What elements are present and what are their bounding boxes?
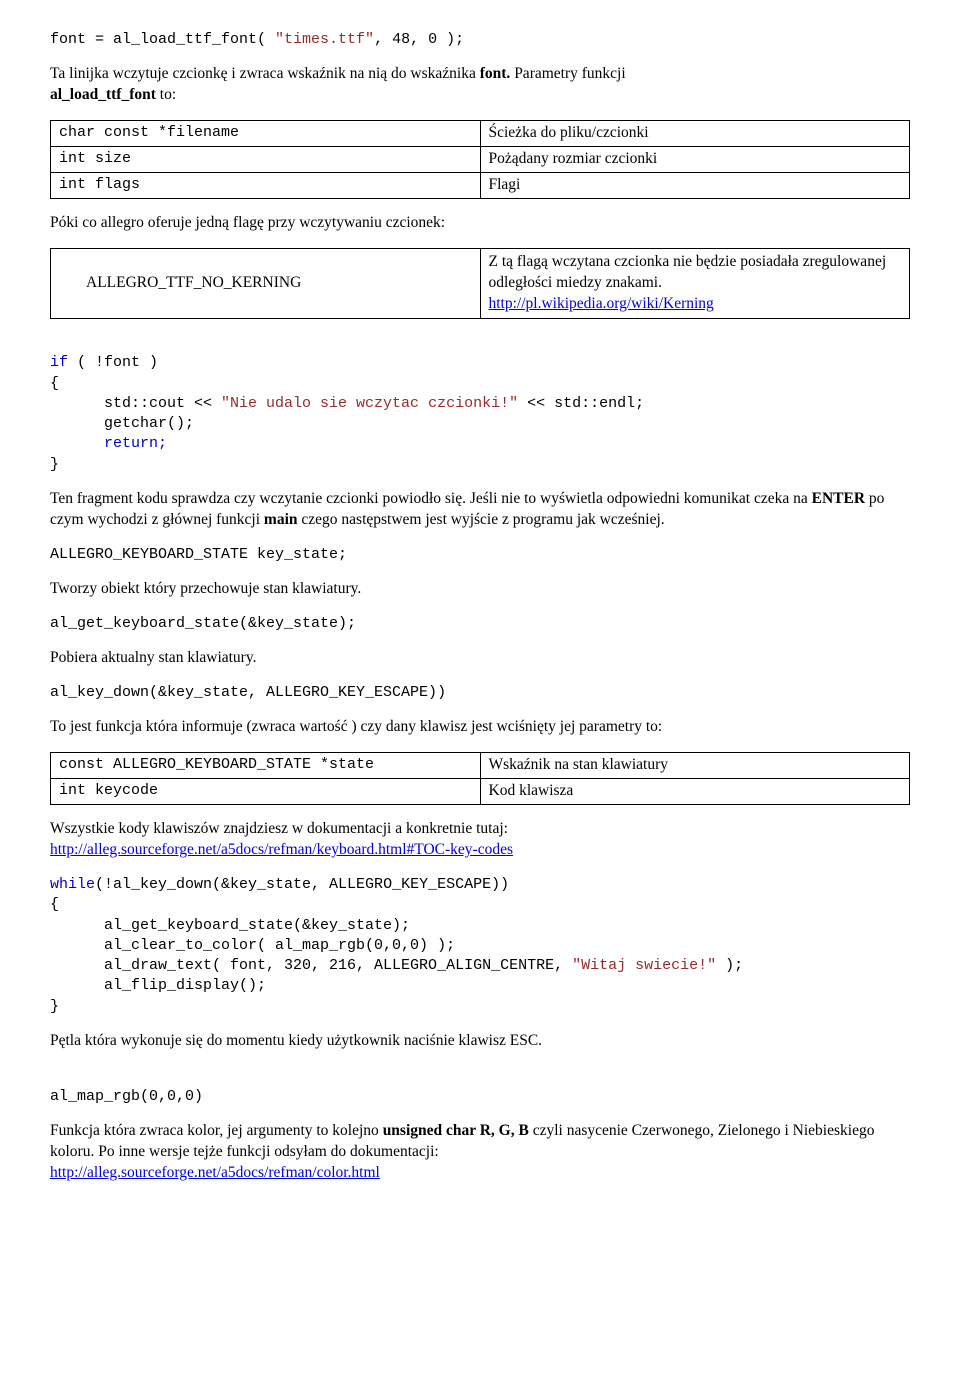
text: Ta linijka wczytuje czcionkę i zwraca ws… bbox=[50, 65, 480, 82]
param-desc: Flagi bbox=[480, 172, 910, 198]
link-keycodes[interactable]: http://alleg.sourceforge.net/a5docs/refm… bbox=[50, 841, 513, 858]
text-bold: al_load_ttf_font bbox=[50, 86, 156, 103]
text: Funkcja która zwraca kolor, jej argument… bbox=[50, 1122, 383, 1139]
text: Z tą flagą wczytana czcionka nie będzie … bbox=[489, 253, 887, 291]
link-color-docs[interactable]: http://alleg.sourceforge.net/a5docs/refm… bbox=[50, 1164, 380, 1181]
text: Ten fragment kodu sprawdza czy wczytanie… bbox=[50, 490, 812, 507]
para-keycodes: Wszystkie kody klawiszów znajdziesz w do… bbox=[50, 819, 910, 861]
code-keydown: al_key_down(&key_state, ALLEGRO_KEY_ESCA… bbox=[50, 683, 910, 703]
param-name: int flags bbox=[51, 172, 481, 198]
para-flag-intro: Póki co allegro oferuje jedną flagę przy… bbox=[50, 213, 910, 234]
table-row: int keycode Kod klawisza bbox=[51, 779, 910, 805]
text-bold: unsigned char R, G, B bbox=[383, 1122, 529, 1139]
param-name: int size bbox=[51, 147, 481, 173]
param-name: char const *filename bbox=[51, 121, 481, 147]
code-main-loop: while(!al_key_down(&key_state, ALLEGRO_K… bbox=[50, 875, 910, 1017]
text: Wszystkie kody klawiszów znajdziesz w do… bbox=[50, 820, 508, 837]
text: to: bbox=[156, 86, 176, 103]
table-kerning-flag: ALLEGRO_TTF_NO_KERNING Z tą flagą wczyta… bbox=[50, 248, 910, 319]
table-row: char const *filename Ścieżka do pliku/cz… bbox=[51, 121, 910, 147]
table-row: int flags Flagi bbox=[51, 172, 910, 198]
para-main-loop: Pętla która wykonuje się do momentu kied… bbox=[50, 1031, 910, 1052]
text-bold: font. bbox=[480, 65, 511, 82]
param-name: int keycode bbox=[51, 779, 481, 805]
table-font-params: char const *filename Ścieżka do pliku/cz… bbox=[50, 120, 910, 199]
param-name: const ALLEGRO_KEYBOARD_STATE *state bbox=[51, 753, 481, 779]
param-desc: Kod klawisza bbox=[480, 779, 910, 805]
code-keystate-decl: ALLEGRO_KEYBOARD_STATE key_state; bbox=[50, 545, 910, 565]
flag-desc: Z tą flagą wczytana czcionka nie będzie … bbox=[480, 248, 910, 318]
para-keydown: To jest funkcja która informuje (zwraca … bbox=[50, 717, 910, 738]
table-row: const ALLEGRO_KEYBOARD_STATE *state Wska… bbox=[51, 753, 910, 779]
para-map-rgb: Funkcja która zwraca kolor, jej argument… bbox=[50, 1121, 910, 1184]
code-font-load: font = al_load_ttf_font( "times.ttf", 48… bbox=[50, 30, 910, 50]
flag-name: ALLEGRO_TTF_NO_KERNING bbox=[51, 248, 481, 318]
table-row: int size Pożądany rozmiar czcionki bbox=[51, 147, 910, 173]
para-keystate-decl: Tworzy obiekt który przechowuje stan kla… bbox=[50, 579, 910, 600]
para-font-intro: Ta linijka wczytuje czcionkę i zwraca ws… bbox=[50, 64, 910, 106]
table-row: ALLEGRO_TTF_NO_KERNING Z tą flagą wczyta… bbox=[51, 248, 910, 318]
text-bold: main bbox=[264, 511, 298, 528]
code-map-rgb: al_map_rgb(0,0,0) bbox=[50, 1087, 910, 1107]
code-get-keystate: al_get_keyboard_state(&key_state); bbox=[50, 614, 910, 634]
text: Parametry funkcji bbox=[510, 65, 625, 82]
link-kerning[interactable]: http://pl.wikipedia.org/wiki/Kerning bbox=[489, 295, 714, 312]
text-bold: ENTER bbox=[812, 490, 865, 507]
param-desc: Wskaźnik na stan klawiatury bbox=[480, 753, 910, 779]
table-keydown-params: const ALLEGRO_KEYBOARD_STATE *state Wska… bbox=[50, 752, 910, 805]
code-font-check: if ( !font ) { std::cout << "Nie udalo s… bbox=[50, 353, 910, 475]
param-desc: Pożądany rozmiar czcionki bbox=[480, 147, 910, 173]
para-get-keystate: Pobiera aktualny stan klawiatury. bbox=[50, 648, 910, 669]
param-desc: Ścieżka do pliku/czcionki bbox=[480, 121, 910, 147]
text: czego następstwem jest wyjście z program… bbox=[298, 511, 665, 528]
para-font-check: Ten fragment kodu sprawdza czy wczytanie… bbox=[50, 489, 910, 531]
